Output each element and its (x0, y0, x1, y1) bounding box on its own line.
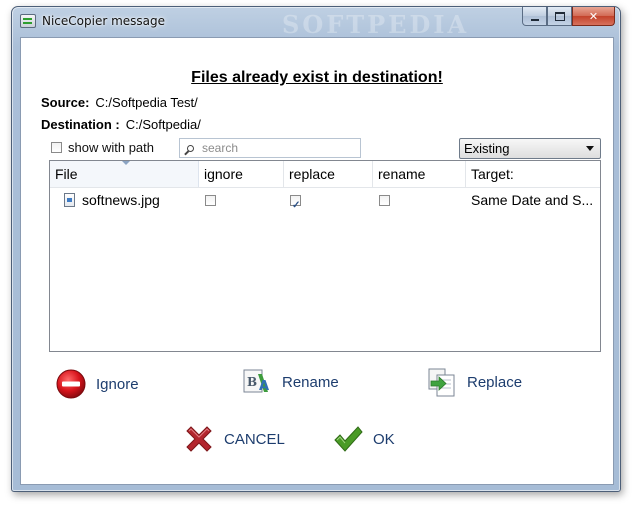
replace-button[interactable]: Replace (426, 366, 522, 398)
no-entry-icon (55, 368, 87, 400)
file-name: softnews.jpg (82, 192, 160, 208)
target-cell: Same Date and S... (471, 192, 594, 208)
maximize-icon (554, 11, 565, 21)
replace-checkbox[interactable] (290, 193, 301, 213)
ignore-checkbox[interactable] (205, 194, 216, 206)
search-box[interactable] (179, 138, 361, 158)
replace-label: Replace (467, 373, 523, 391)
red-x-icon (183, 423, 215, 455)
ignore-button[interactable]: Ignore (55, 368, 139, 400)
ok-label: OK (373, 430, 395, 448)
column-header-target[interactable]: Target: (466, 161, 600, 187)
show-with-path-checkbox[interactable] (51, 142, 62, 153)
search-icon[interactable] (180, 139, 200, 157)
filter-selected-value: Existing (464, 141, 510, 156)
softpedia-watermark: SOFTPEDIA (282, 10, 470, 39)
column-header-replace[interactable]: replace (284, 161, 373, 187)
ok-button[interactable]: OK (332, 423, 395, 455)
table-row[interactable]: softnews.jpg Same Date and S... (50, 187, 600, 213)
close-button[interactable]: ✕ (572, 7, 615, 26)
rename-label: Rename (282, 373, 339, 391)
maximize-button[interactable] (547, 7, 572, 26)
cancel-label: CANCEL (224, 430, 285, 448)
table-header: File ignore replace rename Target: (50, 161, 600, 188)
nicecopier-app-icon (20, 14, 36, 28)
column-header-rename[interactable]: rename (373, 161, 466, 187)
rename-document-icon: B A (241, 366, 273, 398)
dropdown-arrow-icon (586, 146, 594, 151)
replace-cell (290, 187, 301, 213)
rename-button[interactable]: B A Rename (241, 366, 339, 398)
source-label: Source: (41, 95, 90, 110)
source-row: Source: C:/Softpedia Test/ (41, 95, 198, 110)
file-cell: softnews.jpg (64, 187, 198, 213)
filter-dropdown[interactable]: Existing (459, 138, 601, 159)
svg-text:A: A (259, 379, 269, 394)
source-path: C:/Softpedia Test/ (95, 95, 198, 110)
show-with-path-option[interactable]: show with path (51, 140, 154, 155)
minimize-icon (530, 18, 539, 21)
search-input[interactable] (200, 141, 354, 155)
rename-cell (379, 187, 390, 213)
close-icon: ✕ (588, 9, 599, 23)
cancel-button[interactable]: CANCEL (183, 423, 285, 455)
ignore-label: Ignore (96, 375, 139, 393)
minimize-button[interactable] (522, 7, 547, 26)
rename-checkbox[interactable] (379, 194, 390, 206)
destination-row: Destination : C:/Softpedia/ (41, 117, 201, 132)
dialog-heading: Files already exist in destination! (191, 69, 443, 86)
nicecopier-dialog-window: NiceCopier message SOFTPEDIA ✕ Files alr… (11, 6, 621, 492)
image-file-icon (64, 193, 75, 207)
conflict-files-table: File ignore replace rename Target: softn… (49, 160, 601, 352)
dialog-content: Files already exist in destination! Sour… (20, 37, 614, 485)
destination-label: Destination : (41, 117, 120, 132)
caption-buttons: ✕ (522, 7, 615, 27)
destination-path: C:/Softpedia/ (125, 117, 201, 132)
ignore-cell (205, 187, 216, 213)
svg-text:B: B (247, 375, 257, 389)
title-bar[interactable]: NiceCopier message SOFTPEDIA ✕ (12, 7, 620, 39)
replace-document-icon (426, 366, 458, 398)
window-title: NiceCopier message (42, 14, 166, 28)
show-with-path-label: show with path (68, 140, 154, 155)
column-header-file[interactable]: File (50, 161, 199, 187)
column-header-ignore[interactable]: ignore (199, 161, 284, 187)
green-checkmark-icon (332, 423, 364, 455)
